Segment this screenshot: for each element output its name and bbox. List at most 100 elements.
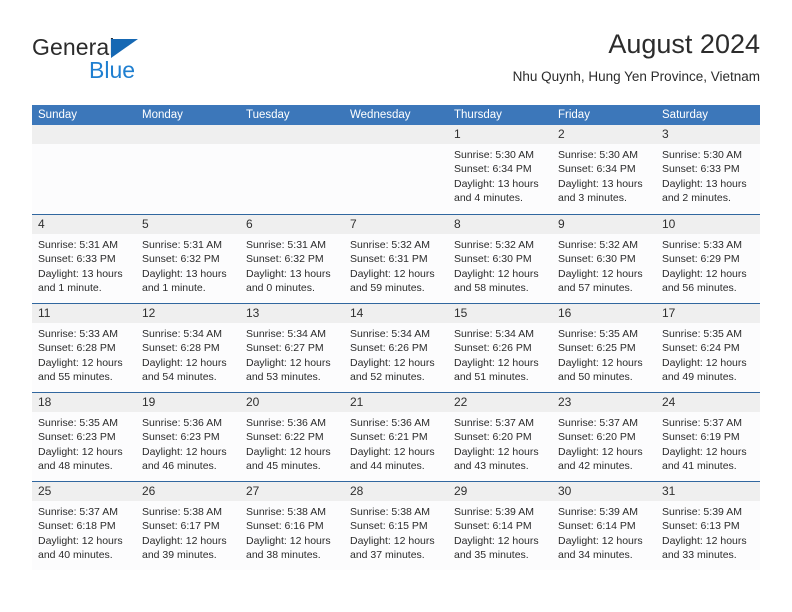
brand-logo[interactable]: General Blue xyxy=(32,34,272,94)
sunrise-time: Sunrise: 5:34 AM xyxy=(350,328,430,340)
daylight-duration-line2: and 43 minutes. xyxy=(454,459,529,472)
daylight-duration-line2: and 0 minutes. xyxy=(246,281,315,294)
sunset-time: Sunset: 6:33 PM xyxy=(662,163,740,176)
sunrise-time: Sunrise: 5:39 AM xyxy=(558,506,638,518)
calendar-day-cell[interactable]: 15 Sunrise: 5:34 AM Sunset: 6:26 PM Dayligh… xyxy=(448,304,552,392)
day-details: Sunrise: 5:32 AM Sunset: 6:30 PM Daylight:… xyxy=(552,234,656,295)
daylight-duration-line1: Daylight: 12 hours xyxy=(558,445,643,458)
day-details: Sunrise: 5:37 AM Sunset: 6:19 PM Daylight:… xyxy=(656,412,760,473)
day-number-band: 17 xyxy=(656,304,760,323)
calendar-day-cell[interactable]: 17 Sunrise: 5:35 AM Sunset: 6:24 PM Dayligh… xyxy=(656,304,760,392)
calendar-day-cell[interactable]: 9 Sunrise: 5:32 AM Sunset: 6:30 PM Daylight… xyxy=(552,215,656,303)
daylight-duration-line1: Daylight: 12 hours xyxy=(454,534,539,547)
daylight-duration-line1: Daylight: 12 hours xyxy=(662,267,747,280)
calendar-week-row: 25 Sunrise: 5:37 AM Sunset: 6:18 PM Dayligh… xyxy=(32,481,760,570)
daylight-duration-line2: and 39 minutes. xyxy=(142,548,217,561)
daylight-duration-line2: and 4 minutes. xyxy=(454,191,523,204)
calendar-day-cell[interactable]: 10 Sunrise: 5:33 AM Sunset: 6:29 PM Dayligh… xyxy=(656,215,760,303)
day-details: Sunrise: 5:39 AM Sunset: 6:13 PM Daylight:… xyxy=(656,501,760,562)
sunrise-time: Sunrise: 5:36 AM xyxy=(350,417,430,429)
daylight-duration-line2: and 56 minutes. xyxy=(662,281,737,294)
day-number: 1 xyxy=(454,127,461,141)
calendar-day-cell[interactable]: 30 Sunrise: 5:39 AM Sunset: 6:14 PM Dayligh… xyxy=(552,482,656,570)
daylight-duration-line1: Daylight: 12 hours xyxy=(142,356,227,369)
sunrise-time: Sunrise: 5:36 AM xyxy=(246,417,326,429)
weekday-header-tuesday: Tuesday xyxy=(246,109,290,121)
daylight-duration-line2: and 53 minutes. xyxy=(246,370,321,383)
day-number-band: 31 xyxy=(656,482,760,501)
sunset-time: Sunset: 6:23 PM xyxy=(38,431,116,444)
calendar-day-cell[interactable]: 2 Sunrise: 5:30 AM Sunset: 6:34 PM Daylight… xyxy=(552,125,656,214)
day-number-band: 7 xyxy=(344,215,448,234)
sunrise-time: Sunrise: 5:32 AM xyxy=(350,239,430,251)
daylight-duration-line2: and 35 minutes. xyxy=(454,548,529,561)
calendar-day-cell[interactable]: 7 Sunrise: 5:32 AM Sunset: 6:31 PM Daylight… xyxy=(344,215,448,303)
calendar-day-cell-empty xyxy=(240,125,344,214)
sunrise-time: Sunrise: 5:38 AM xyxy=(142,506,222,518)
sunrise-time: Sunrise: 5:35 AM xyxy=(558,328,638,340)
sunrise-time: Sunrise: 5:37 AM xyxy=(662,417,742,429)
calendar-day-cell[interactable]: 4 Sunrise: 5:31 AM Sunset: 6:33 PM Daylight… xyxy=(32,215,136,303)
day-details: Sunrise: 5:31 AM Sunset: 6:33 PM Daylight:… xyxy=(32,234,136,295)
day-number-band: 9 xyxy=(552,215,656,234)
calendar-day-cell[interactable]: 22 Sunrise: 5:37 AM Sunset: 6:20 PM Dayligh… xyxy=(448,393,552,481)
daylight-duration-line1: Daylight: 12 hours xyxy=(246,534,331,547)
calendar-day-cell[interactable]: 23 Sunrise: 5:37 AM Sunset: 6:20 PM Dayligh… xyxy=(552,393,656,481)
day-number: 24 xyxy=(662,395,676,409)
weekday-header-row: Sunday Monday Tuesday Wednesday Thursday… xyxy=(32,105,760,125)
daylight-duration-line2: and 46 minutes. xyxy=(142,459,217,472)
daylight-duration-line1: Daylight: 12 hours xyxy=(662,356,747,369)
day-number-band: 30 xyxy=(552,482,656,501)
sunset-time: Sunset: 6:30 PM xyxy=(454,253,532,266)
calendar-week-row: 18 Sunrise: 5:35 AM Sunset: 6:23 PM Dayligh… xyxy=(32,392,760,481)
day-number-band: 4 xyxy=(32,215,136,234)
calendar-day-cell[interactable]: 27 Sunrise: 5:38 AM Sunset: 6:16 PM Dayligh… xyxy=(240,482,344,570)
day-details: Sunrise: 5:39 AM Sunset: 6:14 PM Daylight:… xyxy=(552,501,656,562)
daylight-duration-line2: and 54 minutes. xyxy=(142,370,217,383)
calendar-day-cell[interactable]: 18 Sunrise: 5:35 AM Sunset: 6:23 PM Dayligh… xyxy=(32,393,136,481)
calendar-day-cell[interactable]: 28 Sunrise: 5:38 AM Sunset: 6:15 PM Dayligh… xyxy=(344,482,448,570)
daylight-duration-line1: Daylight: 12 hours xyxy=(38,534,123,547)
calendar-day-cell[interactable]: 12 Sunrise: 5:34 AM Sunset: 6:28 PM Dayligh… xyxy=(136,304,240,392)
day-details: Sunrise: 5:35 AM Sunset: 6:24 PM Daylight:… xyxy=(656,323,760,384)
daylight-duration-line2: and 38 minutes. xyxy=(246,548,321,561)
day-number: 17 xyxy=(662,306,676,320)
calendar-day-cell[interactable]: 16 Sunrise: 5:35 AM Sunset: 6:25 PM Dayligh… xyxy=(552,304,656,392)
calendar-day-cell[interactable]: 26 Sunrise: 5:38 AM Sunset: 6:17 PM Dayligh… xyxy=(136,482,240,570)
calendar-day-cell[interactable]: 21 Sunrise: 5:36 AM Sunset: 6:21 PM Dayligh… xyxy=(344,393,448,481)
calendar-day-cell[interactable]: 20 Sunrise: 5:36 AM Sunset: 6:22 PM Dayligh… xyxy=(240,393,344,481)
calendar-day-cell-empty xyxy=(344,125,448,214)
daylight-duration-line1: Daylight: 13 hours xyxy=(662,177,747,190)
sunrise-time: Sunrise: 5:37 AM xyxy=(558,417,638,429)
sunrise-time: Sunrise: 5:35 AM xyxy=(38,417,118,429)
calendar-day-cell[interactable]: 5 Sunrise: 5:31 AM Sunset: 6:32 PM Daylight… xyxy=(136,215,240,303)
calendar-day-cell[interactable]: 8 Sunrise: 5:32 AM Sunset: 6:30 PM Daylight… xyxy=(448,215,552,303)
sunset-time: Sunset: 6:28 PM xyxy=(142,342,220,355)
day-number-band: 11 xyxy=(32,304,136,323)
calendar-day-cell[interactable]: 29 Sunrise: 5:39 AM Sunset: 6:14 PM Dayligh… xyxy=(448,482,552,570)
calendar-day-cell[interactable]: 6 Sunrise: 5:31 AM Sunset: 6:32 PM Daylight… xyxy=(240,215,344,303)
page-header: General Blue August 2024 Nhu Quynh, Hung… xyxy=(32,28,760,98)
calendar-day-cell[interactable]: 11 Sunrise: 5:33 AM Sunset: 6:28 PM Dayligh… xyxy=(32,304,136,392)
calendar-day-cell[interactable]: 1 Sunrise: 5:30 AM Sunset: 6:34 PM Daylight… xyxy=(448,125,552,214)
day-details: Sunrise: 5:37 AM Sunset: 6:20 PM Daylight:… xyxy=(448,412,552,473)
daylight-duration-line1: Daylight: 12 hours xyxy=(38,445,123,458)
calendar-day-cell[interactable]: 13 Sunrise: 5:34 AM Sunset: 6:27 PM Dayligh… xyxy=(240,304,344,392)
day-number-band: 27 xyxy=(240,482,344,501)
day-number-band: 5 xyxy=(136,215,240,234)
day-number-band: 10 xyxy=(656,215,760,234)
calendar-day-cell[interactable]: 19 Sunrise: 5:36 AM Sunset: 6:23 PM Dayligh… xyxy=(136,393,240,481)
calendar-day-cell[interactable]: 3 Sunrise: 5:30 AM Sunset: 6:33 PM Daylight… xyxy=(656,125,760,214)
day-number: 14 xyxy=(350,306,364,320)
day-details: Sunrise: 5:30 AM Sunset: 6:33 PM Daylight:… xyxy=(656,144,760,205)
calendar-grid: Sunday Monday Tuesday Wednesday Thursday… xyxy=(32,105,760,570)
calendar-day-cell[interactable]: 24 Sunrise: 5:37 AM Sunset: 6:19 PM Dayligh… xyxy=(656,393,760,481)
calendar-day-cell[interactable]: 25 Sunrise: 5:37 AM Sunset: 6:18 PM Dayligh… xyxy=(32,482,136,570)
sunrise-time: Sunrise: 5:37 AM xyxy=(454,417,534,429)
day-number-band: 26 xyxy=(136,482,240,501)
calendar-day-cell[interactable]: 31 Sunrise: 5:39 AM Sunset: 6:13 PM Dayligh… xyxy=(656,482,760,570)
sunset-time: Sunset: 6:30 PM xyxy=(558,253,636,266)
day-details: Sunrise: 5:36 AM Sunset: 6:22 PM Daylight:… xyxy=(240,412,344,473)
sunrise-time: Sunrise: 5:35 AM xyxy=(662,328,742,340)
calendar-day-cell[interactable]: 14 Sunrise: 5:34 AM Sunset: 6:26 PM Dayligh… xyxy=(344,304,448,392)
